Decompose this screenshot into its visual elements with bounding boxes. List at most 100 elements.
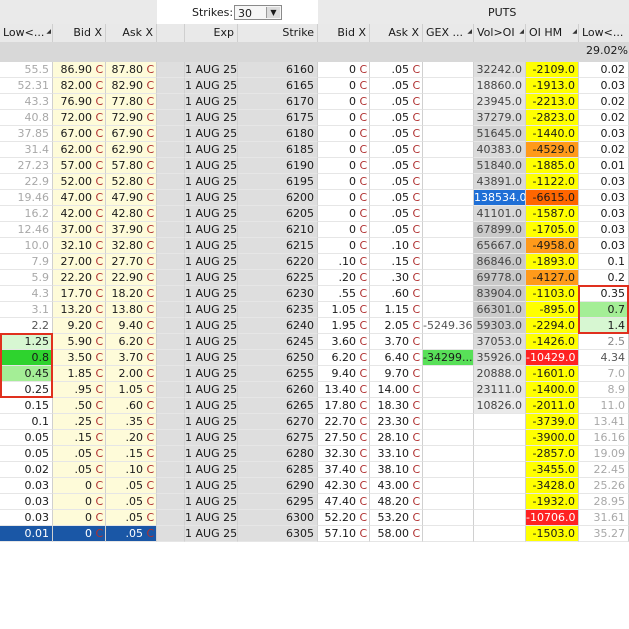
cell-call-bid[interactable]: 0 C	[53, 510, 106, 526]
table-row[interactable]: 55.5 86.90 C 87.80 C1 AUG 25 6160 0 C .05 C 32…	[0, 62, 629, 78]
cell-call-ask[interactable]: 6.20 C	[106, 334, 157, 350]
table-row[interactable]: 0.03 0 C .05 C1 AUG 25 6295 47.40 C 48.20 C -1…	[0, 494, 629, 510]
cell-call-ask[interactable]: .35 C	[106, 414, 157, 430]
cell-put-bid[interactable]: 0 C	[318, 190, 370, 206]
cell-call-ask[interactable]: 52.80 C	[106, 174, 157, 190]
cell-put-ask[interactable]: 23.30 C	[370, 414, 423, 430]
cell-put-bid[interactable]: 22.70 C	[318, 414, 370, 430]
cell-call-ask[interactable]: 32.80 C	[106, 238, 157, 254]
header-call-low[interactable]: Low<... ◢	[0, 24, 53, 42]
cell-put-bid[interactable]: .55 C	[318, 286, 370, 302]
cell-put-bid[interactable]: 32.30 C	[318, 446, 370, 462]
cell-call-bid[interactable]: .25 C	[53, 414, 106, 430]
cell-put-bid[interactable]: 9.40 C	[318, 366, 370, 382]
cell-call-bid[interactable]: 52.00 C	[53, 174, 106, 190]
table-row[interactable]: 0.15.50 C .60 C1 AUG 25 6265 17.80 C 18.30 C…	[0, 398, 629, 414]
cell-call-bid[interactable]: 13.20 C	[53, 302, 106, 318]
cell-call-bid[interactable]: 5.90 C	[53, 334, 106, 350]
table-row[interactable]: 0.03 0 C .05 C1 AUG 25 6290 42.30 C 43.00 C -3…	[0, 478, 629, 494]
cell-put-bid[interactable]: 17.80 C	[318, 398, 370, 414]
table-row[interactable]: 5.9 22.20 C 22.90 C1 AUG 25 6225.20 C .30 C6…	[0, 270, 629, 286]
cell-call-ask[interactable]: 57.80 C	[106, 158, 157, 174]
cell-call-bid[interactable]: 67.00 C	[53, 126, 106, 142]
cell-put-ask[interactable]: .05 C	[370, 206, 423, 222]
cell-put-bid[interactable]: 3.60 C	[318, 334, 370, 350]
table-row[interactable]: 7.9 27.00 C 27.70 C1 AUG 25 6220.10 C .15 C8…	[0, 254, 629, 270]
table-row[interactable]: 19.46 47.00 C 47.90 C1 AUG 25 6200 0 C .05 C1…	[0, 190, 629, 206]
header-call-ask[interactable]: Ask X	[106, 24, 157, 42]
cell-call-ask[interactable]: 87.80 C	[106, 62, 157, 78]
cell-put-bid[interactable]: .20 C	[318, 270, 370, 286]
cell-put-ask[interactable]: 6.40 C	[370, 350, 423, 366]
header-call-bid[interactable]: Bid X	[53, 24, 106, 42]
header-put-bid[interactable]: Bid X	[318, 24, 370, 42]
cell-put-bid[interactable]: 57.10 C	[318, 526, 370, 542]
cell-put-bid[interactable]: 52.20 C	[318, 510, 370, 526]
cell-call-bid[interactable]: 17.70 C	[53, 286, 106, 302]
cell-call-ask[interactable]: .20 C	[106, 430, 157, 446]
cell-call-ask[interactable]: 13.80 C	[106, 302, 157, 318]
cell-put-bid[interactable]: 0 C	[318, 110, 370, 126]
cell-call-bid[interactable]: 86.90 C	[53, 62, 106, 78]
cell-call-ask[interactable]: .10 C	[106, 462, 157, 478]
header-strike[interactable]: Strike	[238, 24, 318, 42]
cell-call-ask[interactable]: .05 C	[106, 478, 157, 494]
cell-put-bid[interactable]: 0 C	[318, 206, 370, 222]
cell-put-ask[interactable]: .15 C	[370, 254, 423, 270]
cell-call-ask[interactable]: .05 C	[106, 526, 157, 542]
cell-put-ask[interactable]: 14.00 C	[370, 382, 423, 398]
cell-put-bid[interactable]: 0 C	[318, 62, 370, 78]
cell-call-bid[interactable]: 27.00 C	[53, 254, 106, 270]
header-put-low[interactable]: Low<...	[579, 24, 629, 42]
cell-put-ask[interactable]: .05 C	[370, 174, 423, 190]
cell-call-ask[interactable]: 62.90 C	[106, 142, 157, 158]
cell-call-bid[interactable]: 0 C	[53, 526, 106, 542]
cell-call-ask[interactable]: 18.20 C	[106, 286, 157, 302]
table-row[interactable]: 3.1 13.20 C 13.80 C1 AUG 25 6235 1.05 C 1.15 …	[0, 302, 629, 318]
table-row[interactable]: 0.03 0 C .05 C1 AUG 25 6300 52.20 C 53.20 C -1…	[0, 510, 629, 526]
cell-call-bid[interactable]: 62.00 C	[53, 142, 106, 158]
cell-put-ask[interactable]: .30 C	[370, 270, 423, 286]
cell-put-bid[interactable]: 6.20 C	[318, 350, 370, 366]
cell-call-bid[interactable]: .05 C	[53, 462, 106, 478]
cell-put-ask[interactable]: .05 C	[370, 94, 423, 110]
cell-call-ask[interactable]: 72.90 C	[106, 110, 157, 126]
cell-put-bid[interactable]: 0 C	[318, 94, 370, 110]
table-row[interactable]: 31.4 62.00 C 62.90 C1 AUG 25 6185 0 C .05 C 40…	[0, 142, 629, 158]
table-row[interactable]: 10.0 32.10 C 32.80 C1 AUG 25 6215 0 C .10 C 65…	[0, 238, 629, 254]
cell-put-ask[interactable]: .05 C	[370, 78, 423, 94]
table-row[interactable]: 0.8 3.50 C 3.70 C1 AUG 25 6250 6.20 C 6.40 C-…	[0, 350, 629, 366]
cell-put-ask[interactable]: .05 C	[370, 158, 423, 174]
cell-put-ask[interactable]: .10 C	[370, 238, 423, 254]
cell-put-bid[interactable]: 13.40 C	[318, 382, 370, 398]
cell-put-bid[interactable]: 0 C	[318, 126, 370, 142]
table-row[interactable]: 2.2 9.20 C 9.40 C1 AUG 25 6240 1.95 C 2.05 C-…	[0, 318, 629, 334]
cell-put-ask[interactable]: .05 C	[370, 126, 423, 142]
table-row[interactable]: 0.05.05 C .15 C1 AUG 25 6280 32.30 C 33.10 C…	[0, 446, 629, 462]
cell-call-ask[interactable]: 2.00 C	[106, 366, 157, 382]
cell-call-ask[interactable]: 22.90 C	[106, 270, 157, 286]
cell-put-bid[interactable]: 27.50 C	[318, 430, 370, 446]
cell-put-ask[interactable]: .60 C	[370, 286, 423, 302]
cell-put-bid[interactable]: 1.95 C	[318, 318, 370, 334]
cell-put-ask[interactable]: 33.10 C	[370, 446, 423, 462]
cell-call-ask[interactable]: 42.80 C	[106, 206, 157, 222]
table-row[interactable]: 12.46 37.00 C 37.90 C1 AUG 25 6210 0 C .05 C6…	[0, 222, 629, 238]
table-row[interactable]: 0.05.15 C .20 C1 AUG 25 6275 27.50 C 28.10 C…	[0, 430, 629, 446]
table-row[interactable]: 4.3 17.70 C 18.20 C1 AUG 25 6230.55 C .60 C8…	[0, 286, 629, 302]
table-row[interactable]: 37.85 67.00 C 67.90 C1 AUG 25 6180 0 C .05 C5…	[0, 126, 629, 142]
table-row[interactable]: 40.8 72.00 C 72.90 C1 AUG 25 6175 0 C .05 C 37…	[0, 110, 629, 126]
cell-put-ask[interactable]: 3.70 C	[370, 334, 423, 350]
cell-put-ask[interactable]: 2.05 C	[370, 318, 423, 334]
cell-put-ask[interactable]: .05 C	[370, 222, 423, 238]
cell-call-ask[interactable]: 9.40 C	[106, 318, 157, 334]
cell-call-bid[interactable]: .95 C	[53, 382, 106, 398]
cell-call-bid[interactable]: 1.85 C	[53, 366, 106, 382]
cell-call-bid[interactable]: 47.00 C	[53, 190, 106, 206]
cell-put-ask[interactable]: 38.10 C	[370, 462, 423, 478]
cell-put-ask[interactable]: .05 C	[370, 190, 423, 206]
cell-put-ask[interactable]: 9.70 C	[370, 366, 423, 382]
cell-put-ask[interactable]: 58.00 C	[370, 526, 423, 542]
cell-put-bid[interactable]: 37.40 C	[318, 462, 370, 478]
cell-call-ask[interactable]: 3.70 C	[106, 350, 157, 366]
